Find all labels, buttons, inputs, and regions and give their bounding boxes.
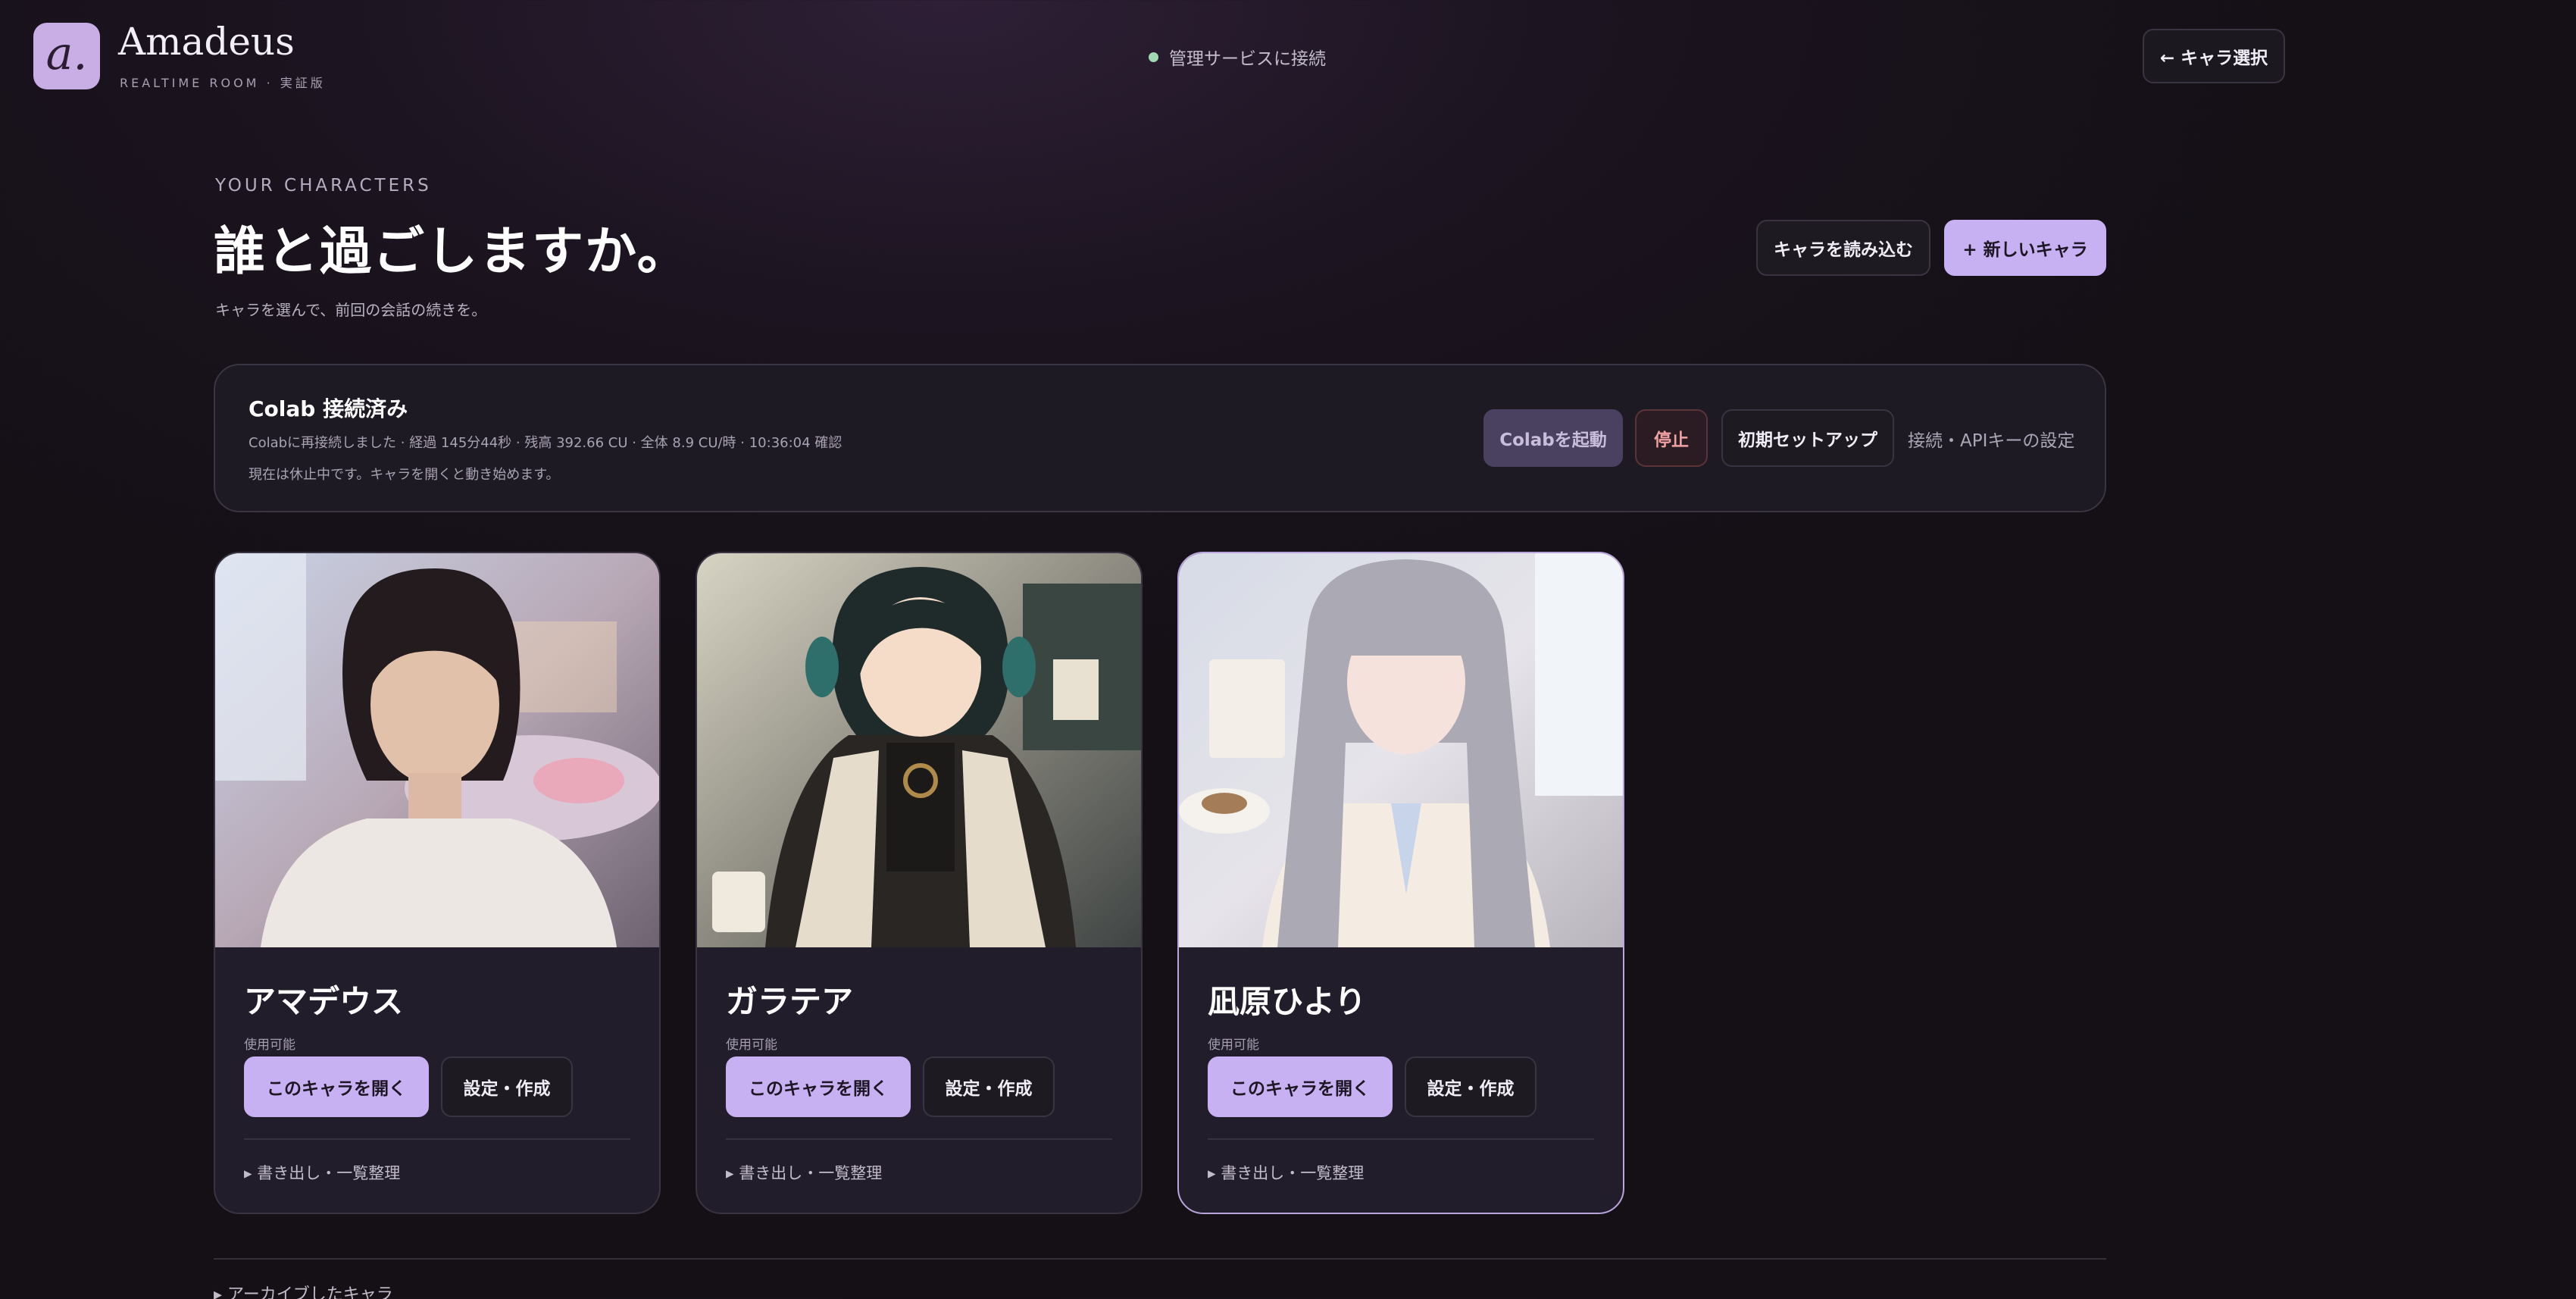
card-divider (1208, 1138, 1594, 1140)
start-colab-button[interactable]: Colabを起動 (1483, 409, 1623, 467)
character-settings-button[interactable]: 設定・作成 (441, 1056, 573, 1117)
character-status: 使用可能 (244, 1038, 295, 1053)
character-settings-button[interactable]: 設定・作成 (923, 1056, 1055, 1117)
connection-status-label: 管理サービスに接続 (1169, 49, 1326, 69)
back-to-character-select-button[interactable]: ← キャラ選択 (2143, 29, 2285, 83)
status-dot-icon (1149, 52, 1158, 62)
section-divider (214, 1258, 2106, 1260)
archived-characters-toggle[interactable]: ▸ アーカイブしたキャラ (214, 1281, 393, 1299)
new-character-button[interactable]: + 新しいキャラ (1944, 220, 2106, 276)
character-settings-button[interactable]: 設定・作成 (1405, 1056, 1537, 1117)
portrait-illustration (215, 553, 659, 947)
character-card[interactable]: ガラテア 使用可能 このキャラを開く 設定・作成 ▸ 書き出し・一覧整理 (696, 552, 1143, 1214)
portrait-illustration (697, 553, 1141, 947)
card-divider (244, 1138, 630, 1140)
section-eyebrow: YOUR CHARACTERS (215, 176, 432, 196)
character-card[interactable]: アマデウス 使用可能 このキャラを開く 設定・作成 ▸ 書き出し・一覧整理 (214, 552, 661, 1214)
connection-api-key-settings-link[interactable]: 接続・APIキーの設定 (1908, 426, 2074, 452)
export-manage-toggle[interactable]: ▸ 書き出し・一覧整理 (1208, 1161, 1364, 1184)
character-card-selected[interactable]: 凪原ひより 使用可能 このキャラを開く 設定・作成 ▸ 書き出し・一覧整理 (1177, 552, 1624, 1214)
app-subtitle: REALTIME ROOM · 実証版 (120, 76, 326, 90)
app-title: Amadeus (118, 20, 295, 64)
logo-glyph: a. (45, 27, 88, 80)
character-portrait (697, 553, 1141, 947)
character-status: 使用可能 (1208, 1038, 1259, 1053)
stop-button[interactable]: 停止 (1635, 409, 1708, 467)
export-manage-toggle[interactable]: ▸ 書き出し・一覧整理 (244, 1161, 400, 1184)
card-divider (726, 1138, 1112, 1140)
character-name: 凪原ひより (1208, 983, 1367, 1020)
page-subtitle: キャラを選んで、前回の会話の続きを。 (215, 301, 487, 319)
character-portrait (1179, 553, 1623, 947)
colab-status-detail: Colabに再接続しました · 経過 145分44秒 · 残高 392.66 C… (249, 435, 843, 451)
colab-status-note: 現在は休止中です。キャラを開くと動き始めます。 (249, 467, 560, 483)
connection-status: 管理サービスに接続 (1149, 44, 1326, 70)
colab-status-title: Colab 接続済み (249, 396, 408, 421)
character-portrait (215, 553, 659, 947)
app-logo: a. (33, 23, 100, 89)
open-character-button[interactable]: このキャラを開く (244, 1056, 429, 1117)
page-title: 誰と過ごしますか。 (214, 222, 690, 282)
portrait-illustration (1179, 553, 1623, 947)
character-name: ガラテア (726, 983, 854, 1020)
load-character-button[interactable]: キャラを読み込む (1756, 220, 1930, 276)
export-manage-toggle[interactable]: ▸ 書き出し・一覧整理 (726, 1161, 882, 1184)
open-character-button[interactable]: このキャラを開く (1208, 1056, 1393, 1117)
character-status: 使用可能 (726, 1038, 777, 1053)
initial-setup-button[interactable]: 初期セットアップ (1721, 409, 1894, 467)
open-character-button[interactable]: このキャラを開く (726, 1056, 911, 1117)
character-name: アマデウス (244, 983, 404, 1020)
